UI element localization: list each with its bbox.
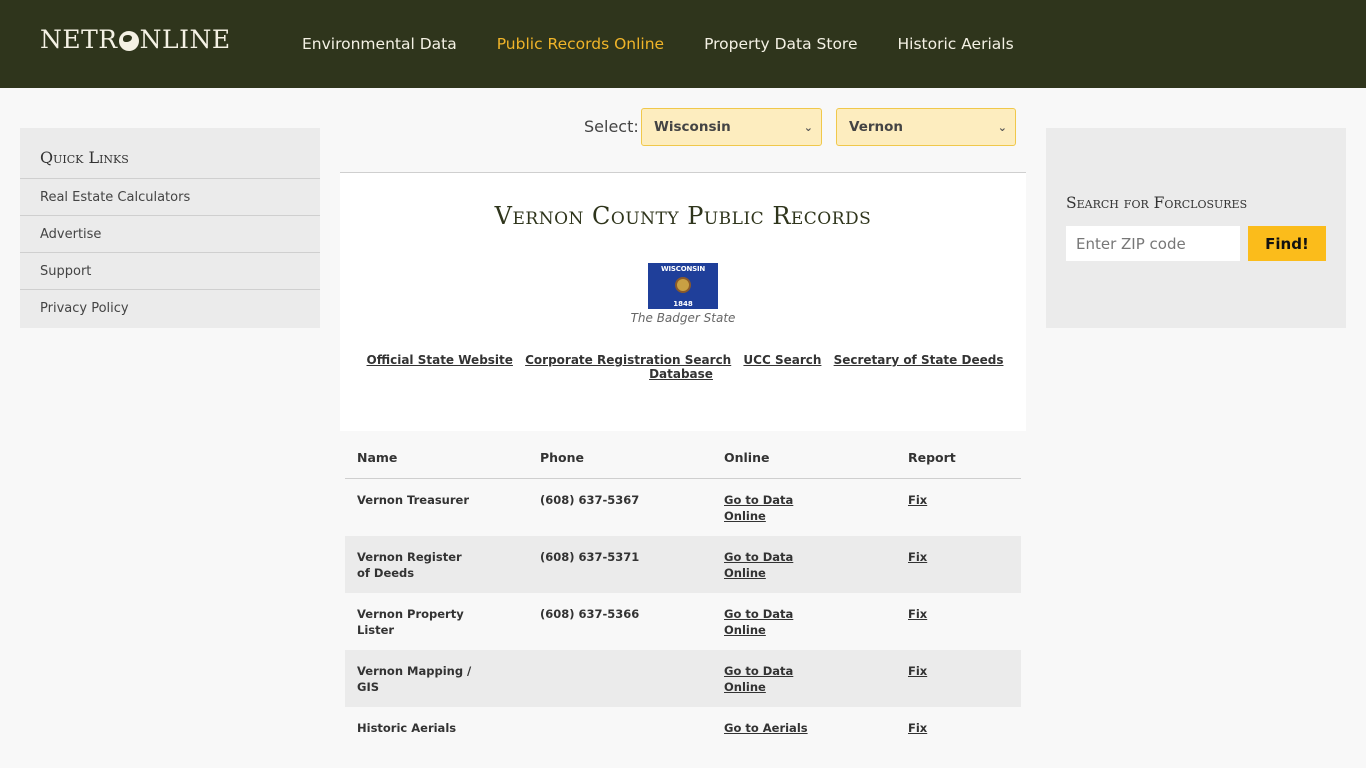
chevron-down-icon: ⌄ [803,120,813,134]
wisconsin-flag-image: WISCONSIN 1848 [648,263,718,309]
record-phone: (608) 637-5366 [540,607,640,621]
column-header-report: Report [908,450,956,465]
fix-link[interactable]: Fix [908,606,927,622]
column-header-phone: Phone [540,450,585,465]
county-records-card: Vernon County Public Records WISCONSIN 1… [340,172,1026,431]
record-name: Vernon Mapping / GIS [357,664,472,694]
go-to-data-link[interactable]: Go to Data Online [724,606,814,638]
nav-environmental-data[interactable]: Environmental Data [302,35,457,53]
quick-links-panel: Quick Links Real Estate Calculators Adve… [20,128,320,328]
netronline-logo[interactable]: NETR NLINE [40,25,231,54]
link-official-state-website[interactable]: Official State Website [367,353,513,367]
table-header: Name Phone Online Report [345,431,1021,479]
record-phone: (608) 637-5367 [540,493,640,507]
state-select-value: Wisconsin [654,119,731,135]
logo-text-start: NETR [40,25,118,54]
nav-property-data-store[interactable]: Property Data Store [704,35,857,53]
zip-code-input[interactable] [1066,226,1240,261]
go-to-aerials-link[interactable]: Go to Aerials [724,720,844,736]
site-header: NETR NLINE Environmental Data Public Reco… [0,0,1366,88]
select-label: Select: [584,117,639,136]
records-table: Name Phone Online Report Vernon Treasure… [345,431,1021,764]
table-row: Historic Aerials Go to Aerials Fix [345,707,1021,764]
record-name: Vernon Register of Deeds [357,550,462,580]
go-to-data-link[interactable]: Go to Data Online [724,492,814,524]
quick-links-title: Quick Links [20,128,320,179]
link-corporate-registration-search[interactable]: Corporate Registration Search [525,353,731,367]
go-to-data-link[interactable]: Go to Data Online [724,549,814,581]
foreclosure-title: Search for Forclosures [1066,194,1248,212]
nav-public-records-online[interactable]: Public Records Online [497,35,664,53]
fix-link[interactable]: Fix [908,549,927,565]
flag-text: WISCONSIN [660,265,706,273]
table-row: Vernon Treasurer (608) 637-5367 Go to Da… [345,479,1021,536]
column-header-online: Online [724,450,770,465]
quick-link-support[interactable]: Support [20,253,320,290]
table-row: Vernon Mapping / GIS Go to Data Online F… [345,650,1021,707]
column-header-name: Name [357,450,398,465]
main-nav: Environmental Data Public Records Online… [302,0,1054,88]
flag-year: 1848 [673,300,693,308]
page-title: Vernon County Public Records [494,202,872,230]
quick-link-real-estate-calculators[interactable]: Real Estate Calculators [20,179,320,216]
fix-link[interactable]: Fix [908,663,927,679]
state-select[interactable]: Wisconsin ⌄ [641,108,822,146]
table-row: Vernon Register of Deeds (608) 637-5371 … [345,536,1021,593]
county-select[interactable]: Vernon ⌄ [836,108,1016,146]
table-row: Vernon Property Lister (608) 637-5366 Go… [345,593,1021,650]
foreclosure-search-panel: Search for Forclosures Find! [1046,128,1346,328]
state-seal-icon [675,277,691,293]
nav-historic-aerials[interactable]: Historic Aerials [898,35,1014,53]
quick-link-advertise[interactable]: Advertise [20,216,320,253]
globe-icon [118,30,139,51]
county-select-value: Vernon [849,119,904,135]
link-ucc-search[interactable]: UCC Search [743,353,821,367]
fix-link[interactable]: Fix [908,492,927,508]
go-to-data-link[interactable]: Go to Data Online [724,663,814,695]
fix-link[interactable]: Fix [908,720,927,736]
state-nickname: The Badger State [630,311,736,325]
quick-link-privacy-policy[interactable]: Privacy Policy [20,290,320,327]
logo-text-end: NLINE [139,25,231,54]
record-name: Vernon Treasurer [357,493,470,507]
chevron-down-icon: ⌄ [997,120,1007,134]
find-button[interactable]: Find! [1248,226,1326,261]
record-name: Vernon Property Lister [357,607,464,637]
record-phone: (608) 637-5371 [540,550,640,564]
state-links: Official State Website Corporate Registr… [340,353,1026,381]
record-name: Historic Aerials [357,721,457,735]
